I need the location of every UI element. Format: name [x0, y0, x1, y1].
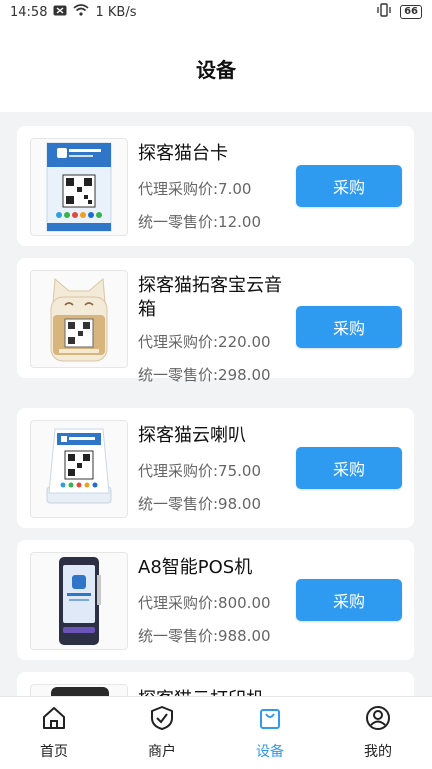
status-time: 14:58 [10, 4, 48, 20]
tab-label: 设备 [256, 744, 284, 760]
status-bar: 14:58 1 KB/s 66 [0, 0, 432, 24]
retail-price: 统一零售价:298.00 [138, 366, 271, 384]
notification-icon [53, 5, 67, 20]
tab-device[interactable]: 设备 [216, 697, 324, 769]
home-icon [41, 705, 67, 735]
product-card[interactable]: 探客猫云打印机 [17, 672, 414, 696]
agent-price: 代理采购价:800.00 [138, 594, 271, 612]
product-card[interactable]: 探客猫台卡 代理采购价:7.00 统一零售价:12.00 采购 [17, 126, 414, 246]
product-name: 探客猫台卡 [138, 143, 228, 164]
product-image-cloud-horn [30, 420, 128, 518]
retail-price: 统一零售价:98.00 [138, 495, 261, 513]
page-title: 设备 [196, 57, 236, 82]
product-card[interactable]: 探客猫拓客宝云音箱 代理采购价:220.00 统一零售价:298.00 采购 [17, 258, 414, 384]
battery-indicator: 66 [400, 5, 422, 19]
purchase-button[interactable]: 采购 [296, 579, 402, 621]
tab-label: 商户 [148, 744, 176, 760]
agent-price: 代理采购价:220.00 [138, 333, 271, 351]
purchase-button[interactable]: 采购 [296, 306, 402, 348]
retail-price: 统一零售价:988.00 [138, 627, 271, 645]
agent-price: 代理采购价:75.00 [138, 462, 261, 480]
product-list[interactable]: 探客猫台卡 代理采购价:7.00 统一零售价:12.00 采购 探客猫拓客宝云音… [0, 112, 432, 696]
tab-home[interactable]: 首页 [0, 697, 108, 769]
tab-label: 我的 [364, 744, 392, 760]
purchase-button[interactable]: 采购 [296, 165, 402, 207]
product-name: 探客猫云打印机 [138, 688, 298, 696]
product-image-desk-card [30, 138, 128, 236]
product-name: 探客猫云喇叭 [138, 425, 246, 446]
bag-icon [257, 705, 283, 735]
network-speed: 1 KB/s [95, 4, 137, 20]
user-icon [365, 705, 391, 735]
wifi-icon [73, 4, 89, 20]
tab-merchant[interactable]: 商户 [108, 697, 216, 769]
product-name: 探客猫拓客宝云音箱 [138, 275, 282, 320]
tab-label: 首页 [40, 744, 68, 760]
agent-price: 代理采购价:7.00 [138, 180, 252, 198]
purchase-button[interactable]: 采购 [296, 447, 402, 489]
product-name: A8智能POS机 [138, 557, 253, 578]
product-card[interactable]: A8智能POS机 代理采购价:800.00 统一零售价:988.00 采购 [17, 540, 414, 660]
vibrate-icon [376, 3, 392, 21]
product-card[interactable]: 探客猫云喇叭 代理采购价:75.00 统一零售价:98.00 采购 [17, 408, 414, 528]
shield-check-icon [149, 705, 175, 735]
tab-profile[interactable]: 我的 [324, 697, 432, 769]
product-image-cloud-printer [30, 684, 128, 696]
bottom-tab-bar: 首页 商户 设备 我的 [0, 696, 432, 769]
retail-price: 统一零售价:12.00 [138, 213, 261, 231]
page-header: 设备 [0, 24, 432, 112]
product-image-pos-terminal [30, 552, 128, 650]
product-image-cloud-speaker [30, 270, 128, 368]
